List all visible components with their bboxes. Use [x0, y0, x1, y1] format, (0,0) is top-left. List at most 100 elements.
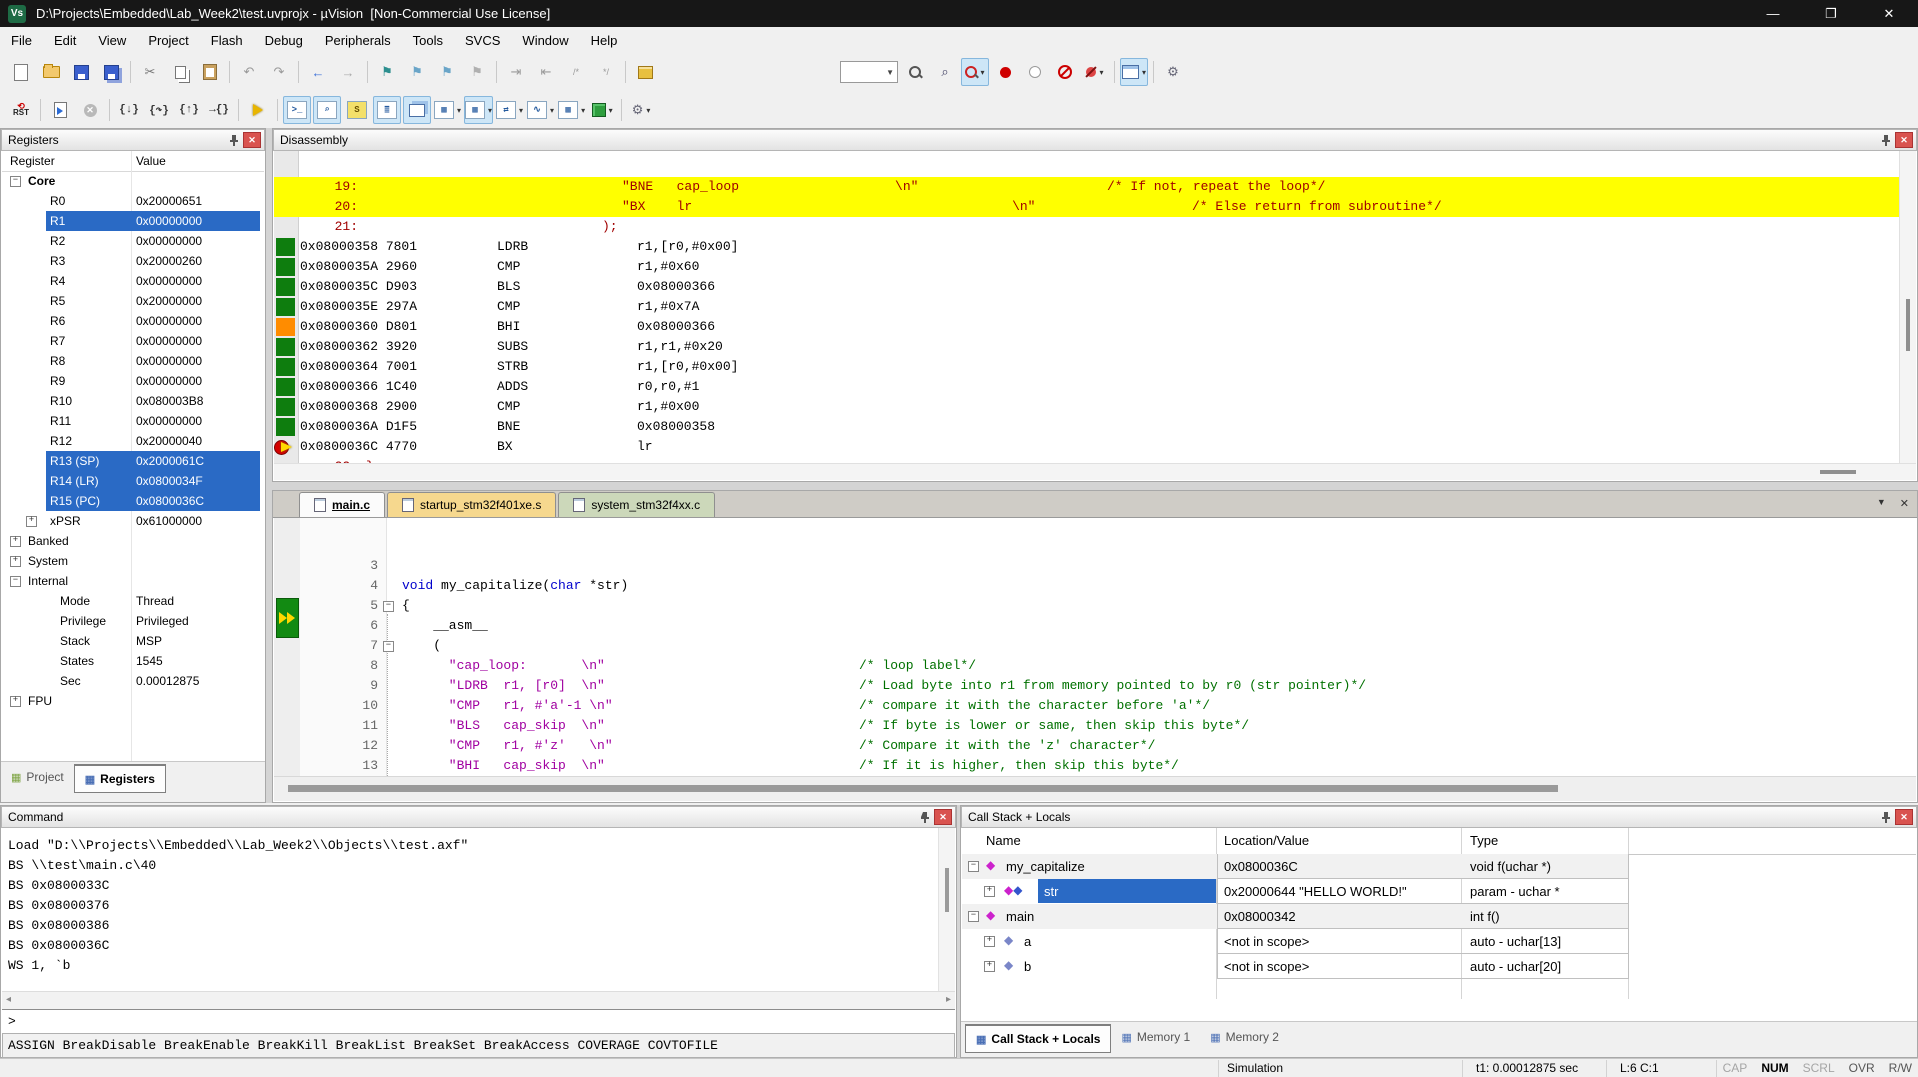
close-icon[interactable]: ✕ — [1895, 809, 1913, 825]
pin-icon[interactable] — [228, 134, 240, 147]
expand-icon[interactable]: + — [10, 696, 21, 707]
pin-icon[interactable] — [1880, 134, 1892, 147]
bookmark-next-icon[interactable]: ⚑ — [433, 58, 461, 86]
disassembly-line[interactable]: 0x08000368 2900CMPr1,#0x00 — [274, 397, 1899, 417]
editor-hscrollbar[interactable] — [274, 776, 1916, 801]
collapse-icon[interactable]: − — [968, 911, 979, 922]
register-row-banked[interactable]: +Banked — [2, 531, 264, 551]
register-row-r1[interactable]: R10x00000000 — [2, 211, 264, 231]
menu-peripherals[interactable]: Peripherals — [314, 29, 402, 51]
expand-icon[interactable]: + — [984, 961, 995, 972]
code-view[interactable]: 34void my_capitalize(char *str)5−{6 __as… — [274, 518, 1916, 776]
register-row-r10[interactable]: R100x080003B8 — [2, 391, 264, 411]
command-output[interactable]: Load "D:\\Projects\\Embedded\\Lab_Week2\… — [2, 828, 939, 991]
step-out-button[interactable]: {↑} — [175, 96, 203, 124]
tab-close-icon[interactable]: ✕ — [1900, 497, 1909, 510]
disassembly-line[interactable]: 19:"BNE cap_loop \n"/* If not, repeat th… — [274, 177, 1899, 197]
close-button[interactable]: ✕ — [1860, 0, 1918, 27]
disassembly-window-toggle[interactable]: ⌕ — [313, 96, 341, 124]
bookmark-toggle-icon[interactable]: ⚑ — [373, 58, 401, 86]
navigate-forward-icon[interactable]: → — [334, 58, 362, 86]
disassembly-view[interactable]: 19:"BNE cap_loop \n"/* If not, repeat th… — [274, 151, 1916, 463]
serial-window-button[interactable]: ⇄▾ — [495, 96, 524, 124]
register-row-sec[interactable]: Sec0.00012875 — [2, 671, 264, 691]
call-stack-window-toggle[interactable] — [403, 96, 431, 124]
menu-file[interactable]: File — [0, 29, 43, 51]
code-line-13[interactable]: 13 "BHI cap_skip \n"/* If it is higher, … — [274, 756, 1916, 776]
expand-icon[interactable]: + — [984, 886, 995, 897]
find-in-files-icon[interactable] — [901, 58, 929, 86]
find-next-icon[interactable]: ⌕ — [931, 58, 959, 86]
disassembly-line[interactable]: 0x08000360 D801BHI0x08000366 — [274, 317, 1899, 337]
window-layout-icon[interactable]: ▾ — [1120, 58, 1148, 86]
copy-icon[interactable] — [166, 58, 194, 86]
menu-edit[interactable]: Edit — [43, 29, 87, 51]
code-line-5[interactable]: 5−{ — [274, 596, 1916, 616]
collapse-icon[interactable]: − — [10, 576, 21, 587]
register-row-core[interactable]: −Core — [2, 171, 264, 191]
command-window-toggle[interactable]: >_ — [283, 96, 311, 124]
register-row-r3[interactable]: R30x20000260 — [2, 251, 264, 271]
register-row-r8[interactable]: R80x00000000 — [2, 351, 264, 371]
location-column-header[interactable]: Location/Value — [1224, 833, 1309, 848]
quick-find-icon-dropdown[interactable]: ▾ — [980, 68, 984, 77]
register-row-r13-sp-[interactable]: R13 (SP)0x2000061C — [2, 451, 264, 471]
step-over-button[interactable]: {↷} — [145, 96, 173, 124]
disassembly-line[interactable]: 20:"BX lr \n"/* Else return from subrout… — [274, 197, 1899, 217]
disassembly-line[interactable]: 0x0800036A D1F5BNE0x08000358 — [274, 417, 1899, 437]
step-into-button[interactable]: {↓} — [115, 96, 143, 124]
disassembly-vscrollbar[interactable] — [1899, 151, 1916, 463]
tab-memory-2[interactable]: ▦Memory 2 — [1200, 1024, 1289, 1050]
disassembly-line[interactable]: 0x0800035E 297ACMPr1,#0x7A — [274, 297, 1899, 317]
code-line-6[interactable]: 6 __asm__ — [274, 616, 1916, 636]
save-all-icon[interactable] — [97, 58, 125, 86]
analysis-window-button-dropdown[interactable]: ▾ — [550, 106, 554, 115]
register-row-r2[interactable]: R20x00000000 — [2, 231, 264, 251]
memory-window-button[interactable]: ▦▾ — [464, 96, 493, 124]
call-stack-row-b[interactable]: +◆b<not in scope>auto - uchar[20] — [962, 954, 1916, 979]
register-row-r5[interactable]: R50x20000000 — [2, 291, 264, 311]
command-hscrollbar[interactable]: ◂ ▸ — [2, 991, 955, 1010]
bookmark-prev-icon[interactable]: ⚑ — [403, 58, 431, 86]
tab-project[interactable]: ▦Project — [1, 764, 74, 790]
command-input[interactable]: > — [2, 1009, 955, 1033]
menu-flash[interactable]: Flash — [200, 29, 254, 51]
disassembly-line[interactable]: 0x08000358 7801LDRBr1,[r0,#0x00] — [274, 237, 1899, 257]
unindent-icon[interactable]: ⇤ — [532, 58, 560, 86]
menu-svcs[interactable]: SVCS — [454, 29, 511, 51]
uncomment-icon[interactable]: */ — [592, 58, 620, 86]
register-row-r12[interactable]: R120x20000040 — [2, 431, 264, 451]
text-search-combo[interactable]: ▼ — [839, 58, 899, 86]
register-row-r15-pc-[interactable]: R15 (PC)0x0800036C — [2, 491, 264, 511]
configure-book-icon[interactable] — [631, 58, 659, 86]
collapse-icon[interactable]: − — [968, 861, 979, 872]
open-file-icon[interactable] — [37, 58, 65, 86]
close-icon[interactable]: ✕ — [243, 132, 261, 148]
name-column-header[interactable]: Name — [986, 833, 1021, 848]
code-line-4[interactable]: 4void my_capitalize(char *str) — [274, 576, 1916, 596]
call-stack-row-main[interactable]: −◆main0x08000342int f() — [962, 904, 1916, 929]
registers-window-toggle[interactable]: ≣ — [373, 96, 401, 124]
save-icon[interactable] — [67, 58, 95, 86]
register-row-states[interactable]: States1545 — [2, 651, 264, 671]
disassembly-line[interactable]: 0x0800036C 4770BXlr — [274, 437, 1899, 457]
horizontal-splitter[interactable] — [272, 482, 1918, 490]
disassembly-line[interactable]: 0x08000366 1C40ADDSr0,r0,#1 — [274, 377, 1899, 397]
tab-registers[interactable]: ▦Registers — [74, 764, 166, 793]
analysis-window-button[interactable]: ∿▾ — [526, 96, 555, 124]
redo-icon[interactable]: ↷ — [265, 58, 293, 86]
register-row-r0[interactable]: R00x20000651 — [2, 191, 264, 211]
code-line-11[interactable]: 11 "BLS cap_skip \n"/* If byte is lower … — [274, 716, 1916, 736]
menu-window[interactable]: Window — [511, 29, 579, 51]
symbol-window-toggle[interactable]: S — [343, 96, 371, 124]
expand-icon[interactable]: + — [10, 556, 21, 567]
system-viewer-button-dropdown[interactable]: ▾ — [609, 106, 613, 115]
register-row-stack[interactable]: StackMSP — [2, 631, 264, 651]
minimize-button[interactable]: — — [1744, 0, 1802, 27]
bookmark-clear-icon[interactable]: ⚑ — [463, 58, 491, 86]
disassembly-line[interactable]: 0x08000362 3920SUBSr1,r1,#0x20 — [274, 337, 1899, 357]
toolbox-button[interactable]: ⚙▾ — [627, 96, 655, 124]
disable-all-breakpoints-icon[interactable] — [1051, 58, 1079, 86]
expand-icon[interactable]: + — [984, 936, 995, 947]
breakpoint-current-pc-icon[interactable] — [274, 439, 298, 455]
